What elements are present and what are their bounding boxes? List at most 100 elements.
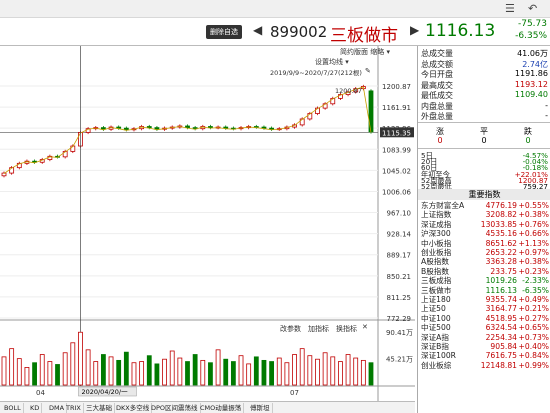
volume-bar [223,358,229,386]
index-change: +0.84% [518,351,550,361]
volume-bar [70,342,76,386]
indicator-tab[interactable]: 傅斯坦 [248,403,273,413]
switch-indicator-button[interactable]: 换指标 [336,324,357,334]
indicator-tab[interactable]: 三大基础 [84,403,115,413]
index-name: 沪深300 [421,229,451,239]
index-change: +0.97% [518,248,550,257]
volume-bar [261,359,267,386]
index-name: 三板做市 [421,285,452,295]
indicator-tab[interactable]: TRIX [64,403,84,413]
index-row[interactable]: 创业板综 12148.81 +0.99% [418,361,550,370]
y-tick-label: 889.17 [387,252,412,260]
volume-bar [162,358,167,386]
candle-body [261,126,267,129]
index-row[interactable]: 深证成指 13033.85 +0.76% [418,220,550,229]
index-row[interactable]: 深证B指 905.84 +0.40% [418,342,550,351]
index-row[interactable]: 上证指数 3208.82 +0.38% [418,210,550,219]
index-row[interactable]: 中证100 4518.95 +0.27% [418,314,550,323]
last-price: 1116.13 [425,21,496,41]
index-name: 深证100R [421,351,456,361]
y-tick-label: 811.25 [387,294,412,302]
index-price: 13033.85 [480,219,517,229]
flat-count: 0 [481,136,487,145]
index-name: B股指数 [421,266,449,276]
index-row[interactable]: 东方财富全A 4776.19 +0.55% [418,201,550,210]
volume-bar [208,362,213,386]
indicator-tab[interactable]: CMO动量振荡 [198,403,245,413]
chart-canvas[interactable]: 1200.871161.911122.961083.991045.021006.… [0,46,415,401]
ma-setting-button[interactable]: 设置均线 ▾ [315,57,349,67]
quote-row: 内盘总量 - [421,101,548,111]
index-row[interactable]: B股指数 233.75 +0.23% [418,267,550,276]
indicator-tab[interactable]: DPO区间震荡线 [149,403,201,413]
index-price: 9355.74 [485,295,517,304]
add-indicator-button[interactable]: 加指标 [308,324,329,334]
title-bar: ☰ ↶ [0,0,550,18]
volume-bar [39,354,45,386]
index-row[interactable]: 创业板指 2653.22 +0.97% [418,248,550,257]
candle-body [154,127,160,130]
next-stock-icon[interactable]: ▶ [410,23,419,37]
index-row[interactable]: 深证A指 2254.34 +0.73% [418,333,550,342]
x-tick-label: 04 [36,389,45,397]
volume-bar [276,357,282,386]
index-row[interactable]: 沪深300 4535.16 +0.66% [418,229,550,238]
volume-bar [246,363,252,386]
volume-bar [55,364,60,386]
y-tick-label: 1045.02 [382,167,411,175]
volume-bar [315,358,320,386]
quote-value: 1109.40 [514,90,548,99]
pin-icon[interactable]: ✎ [365,67,371,75]
index-price: 2653.22 [485,248,517,257]
y-tick-label: 772.29 [387,315,412,323]
candle-body [269,127,275,130]
quote-value: - [545,100,548,110]
index-row[interactable]: 三板做市 1116.13 -6.35% [418,286,550,295]
quote-value: 1191.86 [514,69,548,78]
index-row[interactable]: 上证180 9355.74 +0.49% [418,295,550,304]
quote-row: 总成交额 2.74亿 [421,59,548,69]
index-price: 3363.28 [485,257,517,267]
prev-stock-icon[interactable]: ◀ [253,23,262,37]
index-row[interactable]: 中证500 6324.54 +0.65% [418,323,550,332]
index-row[interactable]: 中小板指 8651.62 +1.13% [418,239,550,248]
y-tick-label: 850.21 [387,273,412,281]
volume-bar [238,355,244,386]
close-indicator-icon[interactable]: ✕ [362,323,368,331]
cursor-date: 2020/04/20/一 [81,388,128,396]
kline-chart[interactable]: 1200.871161.911122.961083.991045.021006.… [0,46,415,401]
index-price: 6324.54 [485,323,517,333]
indicator-tab[interactable]: BOLL [2,403,24,413]
volume-bar [32,362,37,386]
index-row[interactable]: A股指数 3363.28 +0.38% [418,257,550,266]
index-row[interactable]: 上证50 3164.77 +0.21% [418,304,550,313]
quote-row: 外盘总量 - [421,111,548,121]
index-row[interactable]: 深证100R 7616.75 +0.84% [418,351,550,360]
volume-bar [230,361,236,386]
volume-bar [192,354,198,386]
candle-body [223,126,229,129]
index-name: 深证B指 [421,342,449,351]
index-row[interactable]: 三板成指 1019.26 -2.33% [418,276,550,285]
layout-options[interactable]: 简约版面 缩略 ▾ [340,47,390,57]
menu-icon[interactable]: ☰ [505,2,515,15]
index-name: 中小板指 [421,238,452,248]
volume-bar [116,359,122,386]
back-icon[interactable]: ↶ [528,2,537,15]
indicator-tab[interactable]: KD [28,403,43,413]
index-price: 7616.75 [485,351,517,361]
volume-bar [177,357,183,386]
index-name: 创业板综 [421,360,452,370]
index-name: 东方财富全A [421,201,465,210]
indicator-tab[interactable]: DKX多空线 [114,403,153,413]
volume-bar [292,354,297,386]
index-price: 12148.81 [480,360,517,370]
edit-params-button[interactable]: 改参数 [280,324,301,334]
y-tick-label: 1083.99 [382,146,411,154]
index-price: 1019.26 [485,276,517,286]
remove-watchlist-button[interactable]: 删除自选 [206,25,242,39]
index-name: 上证50 [421,304,446,314]
volume-tick-label: 90.41万 [386,329,413,337]
volume-bar [169,350,175,386]
volume-bar [85,349,91,386]
